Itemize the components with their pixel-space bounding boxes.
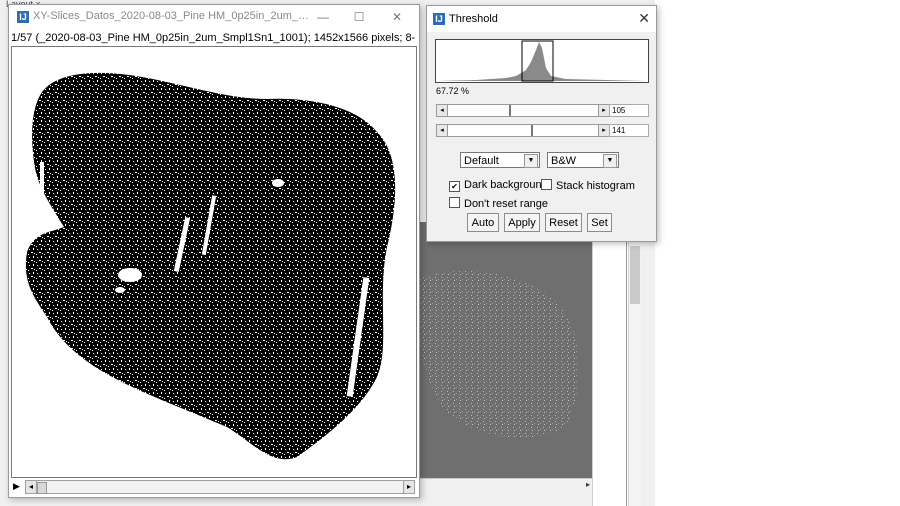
mode-select[interactable]: B&W ▼ <box>547 152 619 168</box>
slider-left-arrow-icon[interactable]: ◂ <box>26 481 37 493</box>
max-threshold-value[interactable]: 141 <box>609 124 649 137</box>
slider-right-arrow-icon[interactable]: ▸ <box>598 125 609 136</box>
mode-select-value: B&W <box>551 155 577 167</box>
dark-background-checkbox[interactable]: ✔ <box>449 181 460 192</box>
min-slider-knob[interactable] <box>509 105 512 116</box>
play-icon[interactable]: ▶ <box>13 481 20 492</box>
method-select[interactable]: Default ▼ <box>460 152 540 168</box>
imagej-app-icon: IJ <box>17 11 29 23</box>
specimen-shape <box>25 72 396 460</box>
histogram-plot <box>436 40 648 82</box>
stack-histogram-option[interactable]: Stack histogram <box>541 179 635 192</box>
stack-histogram-checkbox[interactable] <box>541 179 552 190</box>
dark-background-label: Dark background <box>464 179 548 191</box>
dont-reset-range-option[interactable]: Don't reset range <box>449 197 548 210</box>
slider-left-arrow-icon[interactable]: ◂ <box>437 125 448 136</box>
slider-left-arrow-icon[interactable]: ◂ <box>437 105 448 116</box>
imagej-app-icon: IJ <box>433 13 445 25</box>
dark-background-option[interactable]: ✔ Dark background <box>449 179 548 192</box>
set-button[interactable]: Set <box>587 213 612 232</box>
threshold-histogram <box>435 39 649 83</box>
dont-reset-range-checkbox[interactable] <box>449 197 460 208</box>
apply-button[interactable]: Apply <box>504 213 540 232</box>
background-image-preview <box>416 222 592 478</box>
slider-right-arrow-icon[interactable]: ▸ <box>403 481 414 493</box>
max-threshold-slider[interactable]: ◂ ▸ <box>436 124 610 137</box>
background-horizontal-scrollbar[interactable]: ▸ <box>416 478 592 491</box>
stack-histogram-label: Stack histogram <box>556 180 635 192</box>
histogram-curve <box>436 42 648 81</box>
max-slider-knob[interactable] <box>530 125 533 136</box>
reset-button[interactable]: Reset <box>545 213 582 232</box>
image-window: IJ XY-Slices_Datos_2020-08-03_Pine HM_0p… <box>8 4 420 498</box>
chevron-down-icon[interactable]: ▼ <box>603 154 617 168</box>
threshold-percent: 67.72 % <box>436 86 470 96</box>
slider-right-arrow-icon[interactable]: ▸ <box>598 105 609 116</box>
min-threshold-value[interactable]: 105 <box>609 104 649 117</box>
image-window-title: XY-Slices_Datos_2020-08-03_Pine HM_0p25i… <box>33 10 313 22</box>
background-side-panel <box>592 240 629 506</box>
threshold-titlebar[interactable]: IJ Threshold ✕ <box>427 6 656 32</box>
minimize-button[interactable]: — <box>309 9 337 25</box>
slider-thumb[interactable] <box>37 482 47 494</box>
slice-slider[interactable]: ◂ ▸ <box>25 480 415 494</box>
method-select-value: Default <box>464 155 499 167</box>
image-info-line: 1/57 (_2020-08-03_Pine HM_0p25in_2um_Smp… <box>11 32 415 44</box>
background-texture <box>416 271 580 438</box>
background-divider <box>626 240 627 506</box>
dont-reset-range-label: Don't reset range <box>464 198 549 210</box>
close-button[interactable]: ✕ <box>383 9 411 25</box>
maximize-button[interactable]: ☐ <box>345 9 373 25</box>
threshold-dialog: IJ Threshold ✕ 67.72 % ◂ ▸ 105 ◂ ▸ 141 D… <box>426 5 657 242</box>
thresholded-specimen <box>25 72 396 460</box>
threshold-title: Threshold <box>449 13 498 25</box>
min-threshold-slider[interactable]: ◂ ▸ <box>436 104 610 117</box>
stack-controls: ▶ ◂ ▸ <box>9 479 419 495</box>
image-window-titlebar[interactable]: IJ XY-Slices_Datos_2020-08-03_Pine HM_0p… <box>9 5 419 29</box>
chevron-down-icon[interactable]: ▼ <box>524 154 538 168</box>
background-vertical-scrollbar[interactable] <box>628 240 641 506</box>
scroll-right-icon[interactable]: ▸ <box>586 480 590 489</box>
auto-button[interactable]: Auto <box>467 213 499 232</box>
scrollbar-thumb[interactable] <box>630 246 640 304</box>
threshold-close-button[interactable]: ✕ <box>638 10 650 27</box>
image-canvas[interactable] <box>11 46 417 478</box>
